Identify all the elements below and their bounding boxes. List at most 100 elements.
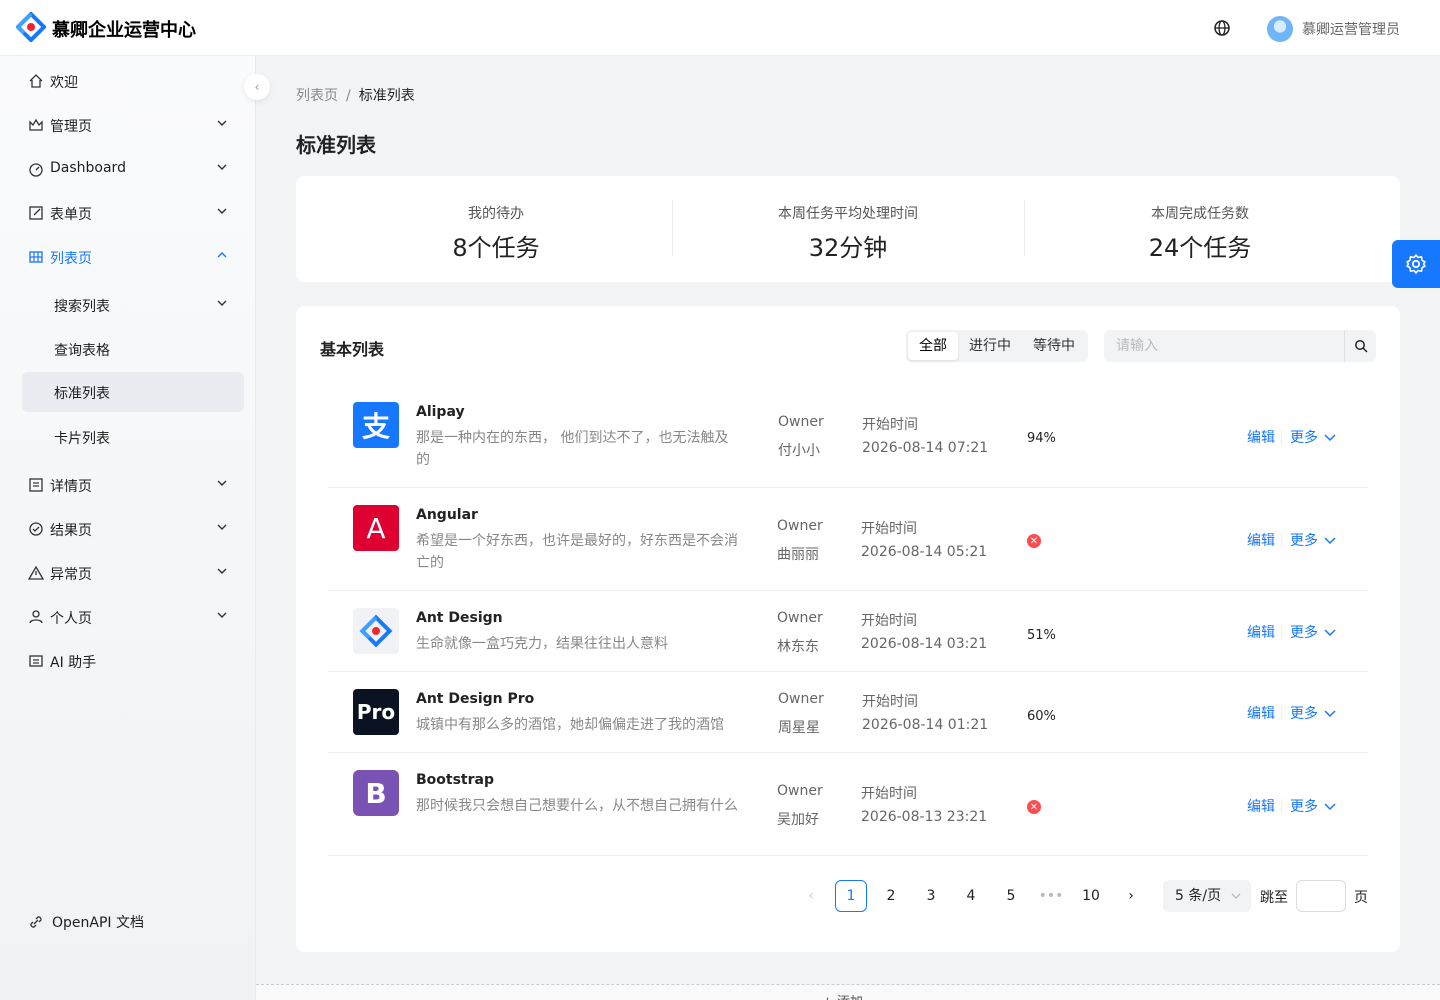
owner-name: 周星星 xyxy=(778,720,820,736)
edit-link[interactable]: 编辑 xyxy=(1247,530,1275,550)
openapi-link[interactable]: OpenAPI 文档 xyxy=(28,912,144,932)
chevron-down-icon xyxy=(1324,629,1336,637)
check-circle-icon xyxy=(29,522,43,536)
add-button-label: + 添加 xyxy=(822,991,863,1000)
sidebar-item-query-table[interactable]: 查询表格 xyxy=(22,329,244,369)
item-title[interactable]: Ant Design xyxy=(416,610,503,626)
sidebar-item-search-list[interactable]: 搜索列表 xyxy=(22,285,244,325)
chevron-down-icon xyxy=(1324,434,1336,442)
gear-icon xyxy=(1406,254,1426,274)
list-item: Ant Design 生命就像一盒巧克力，结果往往出人意料 Owner 林东东 … xyxy=(328,591,1368,672)
edit-link[interactable]: 编辑 xyxy=(1247,622,1275,642)
next-page-button[interactable]: › xyxy=(1115,880,1147,912)
filter-waiting[interactable]: 等待中 xyxy=(1022,332,1086,360)
more-dropdown[interactable]: 更多 xyxy=(1290,703,1336,723)
search-button[interactable] xyxy=(1344,330,1376,362)
chevron-down-icon xyxy=(217,120,227,126)
sidebar-item-standard-list[interactable]: 标准列表 xyxy=(22,372,244,412)
owner-name: 曲丽丽 xyxy=(777,547,819,563)
chevron-down-icon xyxy=(217,480,227,486)
more-dropdown[interactable]: 更多 xyxy=(1290,427,1336,447)
page-5[interactable]: 5 xyxy=(995,880,1027,912)
page-3[interactable]: 3 xyxy=(915,880,947,912)
more-dropdown[interactable]: 更多 xyxy=(1290,622,1336,642)
sidebar-item-label: 卡片列表 xyxy=(54,431,110,447)
more-dropdown[interactable]: 更多 xyxy=(1290,796,1336,816)
globe-icon[interactable] xyxy=(1212,18,1232,38)
list-item: Pro Ant Design Pro 城镇中有那么多的酒馆，她却偏偏走进了我的酒… xyxy=(328,672,1368,753)
search-box xyxy=(1104,330,1376,362)
sidebar-item-admin[interactable]: 管理页 xyxy=(22,105,244,145)
sidebar-item-account[interactable]: 个人页 xyxy=(22,597,244,637)
page-4[interactable]: 4 xyxy=(955,880,987,912)
sidebar-item-detail[interactable]: 详情页 xyxy=(22,465,244,505)
page-10[interactable]: 10 xyxy=(1075,880,1107,912)
owner-name: 林东东 xyxy=(777,639,819,655)
jump-page-input[interactable] xyxy=(1296,880,1346,912)
search-input[interactable] xyxy=(1104,330,1344,362)
chevron-down-icon xyxy=(217,612,227,618)
chevron-down-icon xyxy=(1324,710,1336,718)
avatar[interactable] xyxy=(1267,16,1293,42)
more-dropdown[interactable]: 更多 xyxy=(1290,530,1336,550)
angular-logo: A xyxy=(353,505,399,551)
item-title[interactable]: Bootstrap xyxy=(416,772,494,788)
alipay-logo: 支 xyxy=(353,402,399,448)
top-header: 慕卿企业运营中心 慕卿运营管理员 xyxy=(0,0,1440,56)
stats-card: 我的待办 8个任务 本周任务平均处理时间 32分钟 本周完成任务数 24个任务 xyxy=(296,176,1400,282)
logo-text: B xyxy=(365,776,387,810)
home-icon xyxy=(29,74,43,88)
filter-all[interactable]: 全部 xyxy=(908,332,958,360)
start-time-label: 开始时间 xyxy=(861,786,917,802)
filter-in-progress[interactable]: 进行中 xyxy=(958,332,1022,360)
sidebar-item-ai-assistant[interactable]: AI 助手 xyxy=(22,641,244,681)
edit-link[interactable]: 编辑 xyxy=(1247,703,1275,723)
sidebar-item-form[interactable]: 表单页 xyxy=(22,193,244,233)
page-size-select[interactable]: 5 条/页 xyxy=(1163,880,1251,912)
owner-label: Owner xyxy=(777,610,823,626)
action-divider xyxy=(1281,625,1282,639)
page-ellipsis[interactable]: ••• xyxy=(1035,880,1067,912)
page-1[interactable]: 1 xyxy=(835,880,867,912)
logo-text: Pro xyxy=(356,700,396,724)
logo-icon[interactable] xyxy=(16,12,46,42)
user-name[interactable]: 慕卿运营管理员 xyxy=(1302,19,1400,39)
page-title: 标准列表 xyxy=(296,133,376,157)
sidebar-item-dashboard[interactable]: Dashboard xyxy=(22,149,244,189)
add-button[interactable]: + 添加 xyxy=(256,984,1440,1000)
form-icon xyxy=(29,206,43,220)
sidebar-item-label: 标准列表 xyxy=(54,386,110,402)
settings-drawer-button[interactable] xyxy=(1392,240,1440,288)
sidebar-item-welcome[interactable]: 欢迎 xyxy=(22,61,244,101)
stat-value: 24个任务 xyxy=(1148,234,1252,262)
start-time-label: 开始时间 xyxy=(862,417,918,433)
stat-label: 本周完成任务数 xyxy=(1151,206,1249,222)
stat-todo: 我的待办 8个任务 xyxy=(320,176,672,282)
basic-list-card: 基本列表 全部 进行中 等待中 支 Alipay 那是一种内在的东西， 他们到达… xyxy=(296,306,1400,952)
owner-name: 付小小 xyxy=(778,443,820,459)
breadcrumb-parent[interactable]: 列表页 xyxy=(296,88,338,104)
page-2[interactable]: 2 xyxy=(875,880,907,912)
prev-page-button[interactable]: ‹ xyxy=(795,880,827,912)
exception-icon: ✕ xyxy=(1027,800,1041,814)
sidebar-item-label: 详情页 xyxy=(50,479,92,495)
collapse-sidebar-button[interactable]: ‹ xyxy=(244,74,270,100)
search-icon xyxy=(1354,340,1368,353)
item-title[interactable]: Angular xyxy=(416,507,478,523)
stat-completed: 本周完成任务数 24个任务 xyxy=(1024,176,1376,282)
item-title[interactable]: Alipay xyxy=(416,404,465,420)
app-title[interactable]: 慕卿企业运营中心 xyxy=(52,16,196,42)
sidebar-item-label: 结果页 xyxy=(50,523,92,539)
sidebar-item-card-list[interactable]: 卡片列表 xyxy=(22,417,244,457)
edit-link[interactable]: 编辑 xyxy=(1247,427,1275,447)
sidebar-item-list[interactable]: 列表页 xyxy=(22,237,244,277)
item-title[interactable]: Ant Design Pro xyxy=(416,691,534,707)
more-label: 更多 xyxy=(1290,533,1318,549)
progress-percent: 51% xyxy=(1027,628,1056,643)
jump-label: 跳至 xyxy=(1260,890,1288,906)
crown-icon xyxy=(29,118,43,131)
page-size-value: 5 条/页 xyxy=(1175,888,1222,904)
edit-link[interactable]: 编辑 xyxy=(1247,796,1275,816)
sidebar-item-result[interactable]: 结果页 xyxy=(22,509,244,549)
sidebar-item-exception[interactable]: 异常页 xyxy=(22,553,244,593)
